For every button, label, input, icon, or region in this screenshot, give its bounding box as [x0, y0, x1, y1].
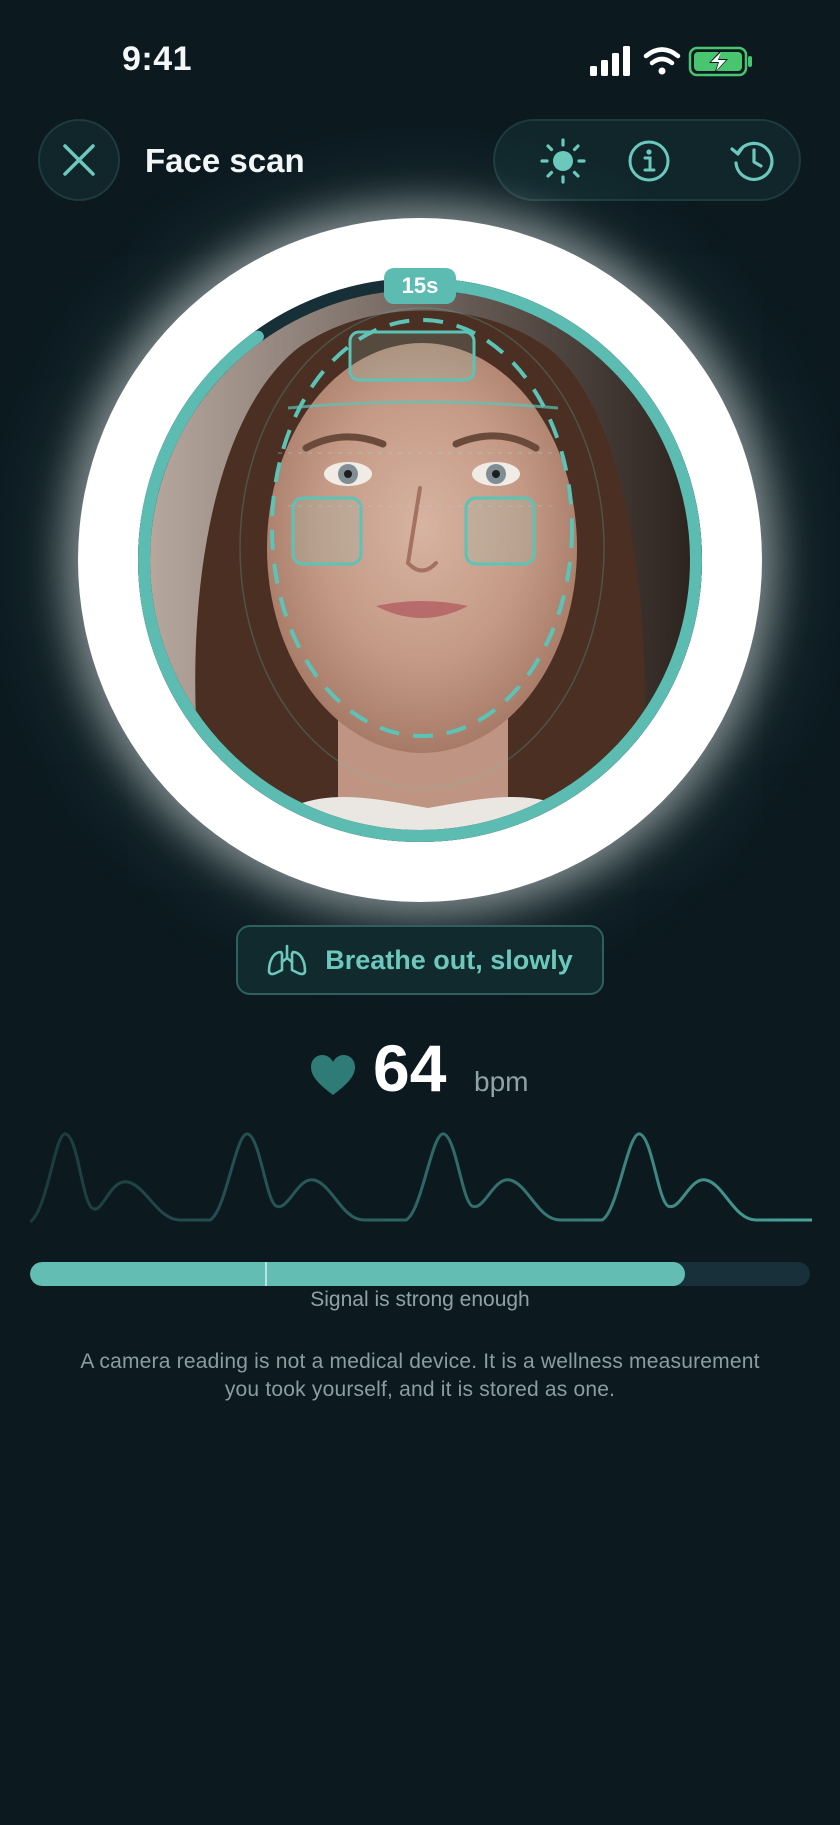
wifi-icon	[643, 47, 681, 75]
signal-threshold-marker	[265, 1262, 267, 1286]
close-button[interactable]	[38, 119, 120, 201]
timer-badge: 15s	[384, 268, 456, 304]
breathing-guidance: Breathe out, slowly	[236, 925, 604, 995]
info-icon	[628, 140, 670, 182]
status-icons	[590, 46, 752, 77]
info-button[interactable]	[625, 137, 673, 185]
pulse-waveform	[30, 1132, 812, 1224]
brightness-icon	[540, 138, 586, 184]
scan-progress-ring	[138, 278, 702, 842]
signal-quality-fill	[30, 1262, 686, 1286]
heart-rate-value: 64	[373, 1031, 447, 1105]
signal-quality-bar	[30, 1262, 810, 1286]
status-time: 9:41	[122, 40, 193, 78]
battery-charging-icon	[688, 46, 752, 77]
heart-icon	[311, 1055, 355, 1095]
brightness-button[interactable]	[539, 137, 587, 185]
disclaimer-line-1: A camera reading is not a medical device…	[80, 1350, 760, 1373]
heart-rate-unit: bpm	[474, 1066, 529, 1097]
close-icon	[63, 144, 95, 176]
history-icon	[730, 141, 774, 181]
lungs-icon	[267, 944, 307, 976]
cellular-signal-icon	[590, 46, 630, 76]
toolbar	[493, 119, 801, 201]
medical-disclaimer: A camera reading is not a medical device…	[40, 1348, 800, 1404]
disclaimer-line-2: you took yourself, and it is stored as o…	[224, 1378, 616, 1401]
breathing-text: Breathe out, slowly	[325, 944, 573, 975]
page-title: Face scan	[145, 142, 305, 179]
history-button[interactable]	[729, 137, 777, 185]
signal-status-text: Signal is strong enough	[310, 1288, 530, 1311]
